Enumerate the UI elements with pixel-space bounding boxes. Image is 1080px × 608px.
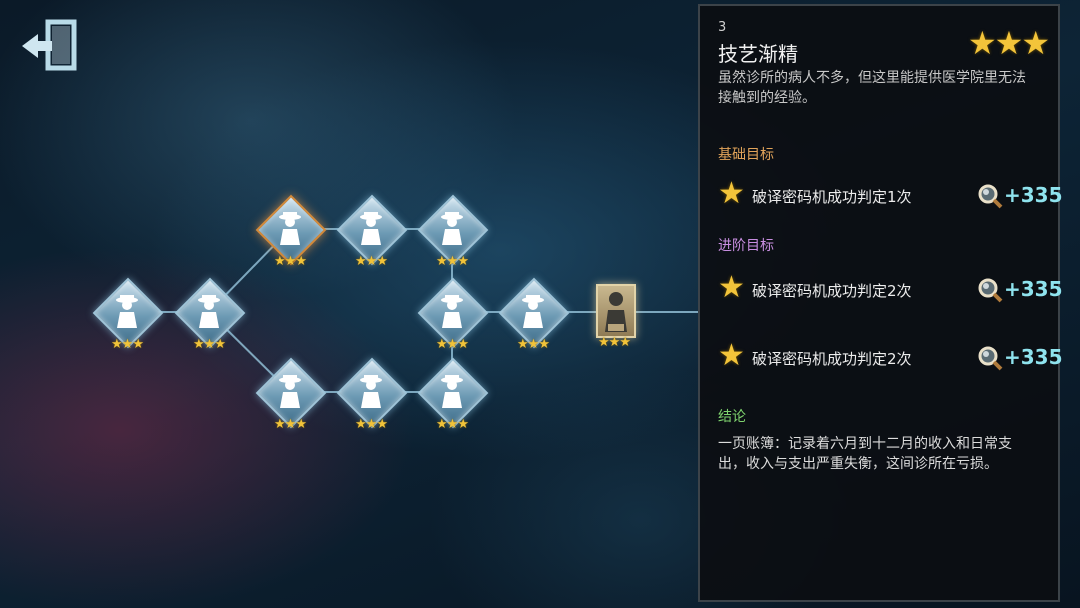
advanced-goals-label: 进阶目标 xyxy=(718,238,774,254)
star-icon: ★ xyxy=(718,338,745,373)
star-icon: ★ xyxy=(718,176,745,211)
basic-goals-label: 基础目标 xyxy=(718,147,774,163)
final-node-stars: ★★★ xyxy=(598,335,631,350)
story-node-3[interactable]: ★★★ xyxy=(255,194,327,268)
story-node-9[interactable]: ★★★ xyxy=(336,357,408,431)
node-stars: ★★★ xyxy=(436,417,469,432)
story-node-5[interactable]: ★★★ xyxy=(417,194,489,268)
detective-silhouette-icon xyxy=(360,212,382,245)
story-node-8[interactable]: ★★★ xyxy=(255,357,327,431)
detective-silhouette-icon xyxy=(441,295,463,328)
reward-value: +335 xyxy=(1004,183,1063,207)
story-node-7[interactable]: ★★★ xyxy=(498,277,570,351)
detective-silhouette-icon xyxy=(116,295,138,328)
goal-item-2: ★ 破译密码机成功判定2次 +335 xyxy=(718,270,1063,306)
node-stars: ★★★ xyxy=(193,337,226,352)
detective-silhouette-icon xyxy=(279,212,301,245)
node-stars: ★★★ xyxy=(436,254,469,269)
detective-silhouette-icon xyxy=(441,212,463,245)
reward-value: +335 xyxy=(1004,345,1063,369)
detective-silhouette-icon xyxy=(198,295,220,328)
node-stars: ★★★ xyxy=(111,337,144,352)
detective-silhouette-icon xyxy=(441,375,463,408)
story-node-6[interactable]: ★★★ xyxy=(417,277,489,351)
reward-value: +335 xyxy=(1004,277,1063,301)
goal-text: 破译密码机成功判定2次 xyxy=(752,282,912,300)
story-node-1[interactable]: ★★★ xyxy=(92,277,164,351)
story-node-10[interactable]: ★★★ xyxy=(417,357,489,431)
conclusion-label: 结论 xyxy=(718,409,746,425)
node-stars: ★★★ xyxy=(274,417,307,432)
chapter-description: 虽然诊所的病人不多，但这里能提供医学院里无法接触到的经验。 xyxy=(718,70,1026,106)
magnifier-coin-icon[interactable] xyxy=(976,182,1004,210)
goal-item-1: ★ 破译密码机成功判定1次 +335 xyxy=(718,176,1063,212)
chapter-number: 3 xyxy=(718,20,727,35)
chapter-rating: ★★★ xyxy=(967,24,1050,62)
goal-item-3: ★ 破译密码机成功判定2次 +335 xyxy=(718,338,1063,374)
detective-silhouette-icon xyxy=(360,375,382,408)
node-stars: ★★★ xyxy=(517,337,550,352)
star-icon: ★ xyxy=(718,270,745,305)
detective-silhouette-icon xyxy=(522,295,544,328)
node-stars: ★★★ xyxy=(355,254,388,269)
chapter-title: 技艺渐精 xyxy=(718,42,798,66)
goal-text: 破译密码机成功判定1次 xyxy=(752,188,912,206)
chapter-detail-panel: 3 技艺渐精 ★★★ 虽然诊所的病人不多，但这里能提供医学院里无法接触到的经验。… xyxy=(698,4,1063,602)
magnifier-coin-icon[interactable] xyxy=(976,344,1004,372)
final-character-node[interactable]: ★★★ xyxy=(582,276,646,352)
node-stars: ★★★ xyxy=(436,337,469,352)
character-portrait-icon xyxy=(596,284,636,338)
node-stars: ★★★ xyxy=(355,417,388,432)
detective-silhouette-icon xyxy=(279,375,301,408)
magnifier-coin-icon[interactable] xyxy=(976,276,1004,304)
story-node-2[interactable]: ★★★ xyxy=(174,277,246,351)
goal-text: 破译密码机成功判定2次 xyxy=(752,350,912,368)
story-node-4[interactable]: ★★★ xyxy=(336,194,408,268)
node-stars: ★★★ xyxy=(274,254,307,269)
story-graph: ★★★ ★★★ ★★★ ★★★ ★★★ ★★★ ★★★ ★★★ ★★★ ★★★ … xyxy=(0,0,700,608)
conclusion-text: 一页账簿：记录着六月到十二月的收入和日常支出，收入与支出严重失衡，这间诊所在亏损… xyxy=(718,436,1012,472)
